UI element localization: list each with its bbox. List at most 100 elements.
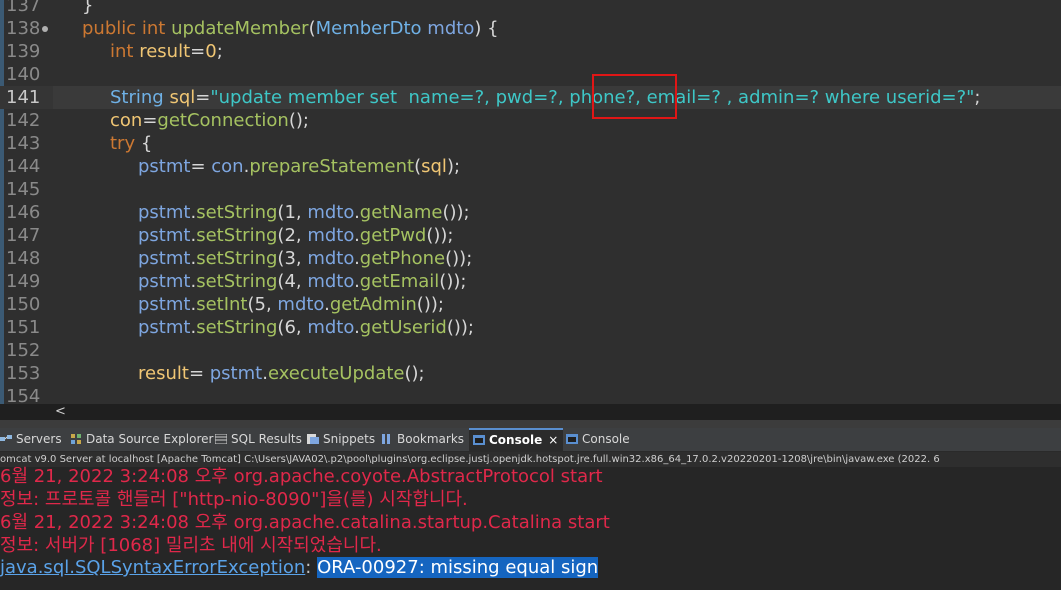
tab-console-active[interactable]: Console × <box>469 428 563 452</box>
code-text: pstmt.setString(1, mdto.getName()); <box>138 201 470 224</box>
code-token: pstmt <box>138 294 191 315</box>
tab-bookmarks[interactable]: Bookmarks <box>381 428 464 451</box>
code-token: pstmt <box>138 317 191 338</box>
console-output[interactable]: omcat v9.0 Server at localhost [Apache T… <box>0 452 1061 590</box>
code-line[interactable]: 140 <box>0 63 1061 86</box>
code-text: pstmt.setInt(5, mdto.getAdmin()); <box>138 293 444 316</box>
code-token: pstmt <box>209 363 263 384</box>
code-token: ()); <box>446 317 474 338</box>
code-token: (3, <box>277 248 308 269</box>
code-token: getName <box>359 202 443 223</box>
code-token: mdto <box>427 18 475 39</box>
code-token: mdto <box>307 271 355 292</box>
tab-servers[interactable]: Servers <box>0 428 62 451</box>
code-line[interactable]: 146 pstmt.setString(1, mdto.getName()); <box>0 201 1061 224</box>
close-icon[interactable]: × <box>548 433 558 447</box>
code-line[interactable]: 150 pstmt.setInt(5, mdto.getAdmin()); <box>0 293 1061 316</box>
code-token: result <box>139 41 191 62</box>
code-token: getPwd <box>359 225 427 246</box>
code-token: MemberDto <box>315 18 428 39</box>
code-line[interactable]: 154 <box>0 385 1061 404</box>
code-token: getEmail <box>359 271 440 292</box>
code-token: getConnection <box>157 110 289 131</box>
code-token: setString <box>196 248 278 269</box>
tab-label: Console <box>582 432 630 446</box>
code-token: setString <box>196 202 278 223</box>
line-number: 143 <box>6 133 41 154</box>
code-line[interactable]: 138 public int updateMember(MemberDto mdt… <box>0 17 1061 40</box>
code-token: try <box>110 133 141 154</box>
code-token: mdto <box>277 294 325 315</box>
tab-sql-results[interactable]: SQL Results <box>215 428 302 451</box>
views-tab-bar: Servers Data Source Explorer SQL Results… <box>0 428 1061 452</box>
code-token: setInt <box>196 294 248 315</box>
code-token: (2, <box>277 225 308 246</box>
tab-data-source-explorer[interactable]: Data Source Explorer <box>70 428 213 451</box>
error-message-selected[interactable]: ORA-00927: missing equal sign <box>317 557 599 578</box>
code-line[interactable]: 147 pstmt.setString(2, mdto.getPwd()); <box>0 224 1061 247</box>
line-number: 152 <box>6 340 41 361</box>
code-token: (); <box>404 363 425 384</box>
code-line[interactable]: 148 pstmt.setString(3, mdto.getPhone()); <box>0 247 1061 270</box>
tab-label: Console <box>489 433 543 447</box>
code-line[interactable]: 142 con=getConnection(); <box>0 109 1061 132</box>
override-marker-icon[interactable] <box>42 26 48 32</box>
code-token: sql <box>169 87 196 108</box>
code-token: pstmt <box>138 225 191 246</box>
servers-icon <box>0 435 12 441</box>
annotation-highlight-box <box>592 74 677 119</box>
code-line[interactable]: 153 result= pstmt.executeUpdate(); <box>0 362 1061 385</box>
code-token: ()); <box>445 248 473 269</box>
line-number: 141 <box>6 87 41 108</box>
code-editor[interactable]: 137} 138 public int updateMember(MemberDto… <box>0 0 1061 404</box>
console-line: 정보: 프로토콜 핸들러 ["http-nio-8090"]을(를) 시작합니다… <box>0 489 468 510</box>
code-token: sql <box>421 156 447 177</box>
code-token: pstmt <box>138 156 191 177</box>
code-token: ()); <box>416 294 444 315</box>
editor-horizontal-scrollbar[interactable]: < <box>0 404 1061 420</box>
code-token: ( <box>308 18 316 39</box>
line-number: 139 <box>6 41 41 62</box>
code-token: ; <box>974 87 981 108</box>
console-line: 정보: 서버가 [1068] 밀리초 내에 시작되었습니다. <box>0 535 382 556</box>
code-token: pstmt <box>138 202 191 223</box>
code-token: (6, <box>277 317 308 338</box>
code-token: executeUpdate <box>267 363 405 384</box>
code-line[interactable]: 151 pstmt.setString(6, mdto.getUserid()); <box>0 316 1061 339</box>
code-text: pstmt.setString(6, mdto.getUserid()); <box>138 316 474 339</box>
line-number: 140 <box>6 64 41 85</box>
line-number: 153 <box>6 363 41 384</box>
code-token: ()); <box>426 225 454 246</box>
code-token: getAdmin <box>329 294 417 315</box>
tab-label: Data Source Explorer <box>86 432 214 446</box>
code-line[interactable]: 152 <box>0 339 1061 362</box>
line-number: 137 <box>6 0 41 16</box>
tab-label: Snippets <box>323 432 376 446</box>
line-number: 144 <box>6 156 41 177</box>
code-token: String <box>110 87 170 108</box>
console-error-line: java.sql.SQLSyntaxErrorException: ORA-00… <box>0 556 599 579</box>
code-token: ()); <box>442 202 470 223</box>
console-line: 6월 21, 2022 3:24:08 오후 org.apache.catali… <box>0 512 610 533</box>
code-line[interactable]: 141 String sql="update member set name=?,… <box>0 86 1061 109</box>
code-line[interactable]: 137} <box>0 0 1061 17</box>
exception-link[interactable]: java.sql.SQLSyntaxErrorException <box>0 557 305 578</box>
code-line[interactable]: 139 int result=0; <box>0 40 1061 63</box>
error-separator: : <box>305 557 318 578</box>
code-line[interactable]: 143 try { <box>0 132 1061 155</box>
tab-console-second[interactable]: Console <box>566 428 630 451</box>
scroll-left-arrow-icon[interactable]: < <box>55 404 66 420</box>
code-token: mdto <box>307 248 355 269</box>
code-line[interactable]: 144 pstmt= con.prepareStatement(sql); <box>0 155 1061 178</box>
code-line[interactable]: 145 <box>0 178 1061 201</box>
tab-snippets[interactable]: Snippets <box>307 428 375 451</box>
line-number: 151 <box>6 317 41 338</box>
code-token: public <box>82 18 142 39</box>
code-token: getPhone <box>359 248 446 269</box>
code-token: int <box>110 41 140 62</box>
code-token: getUserid <box>359 317 447 338</box>
code-line[interactable]: 149 pstmt.setString(4, mdto.getEmail()); <box>0 270 1061 293</box>
line-number: 148 <box>6 248 41 269</box>
code-text: try { <box>110 132 152 155</box>
panel-divider[interactable] <box>0 420 1061 428</box>
